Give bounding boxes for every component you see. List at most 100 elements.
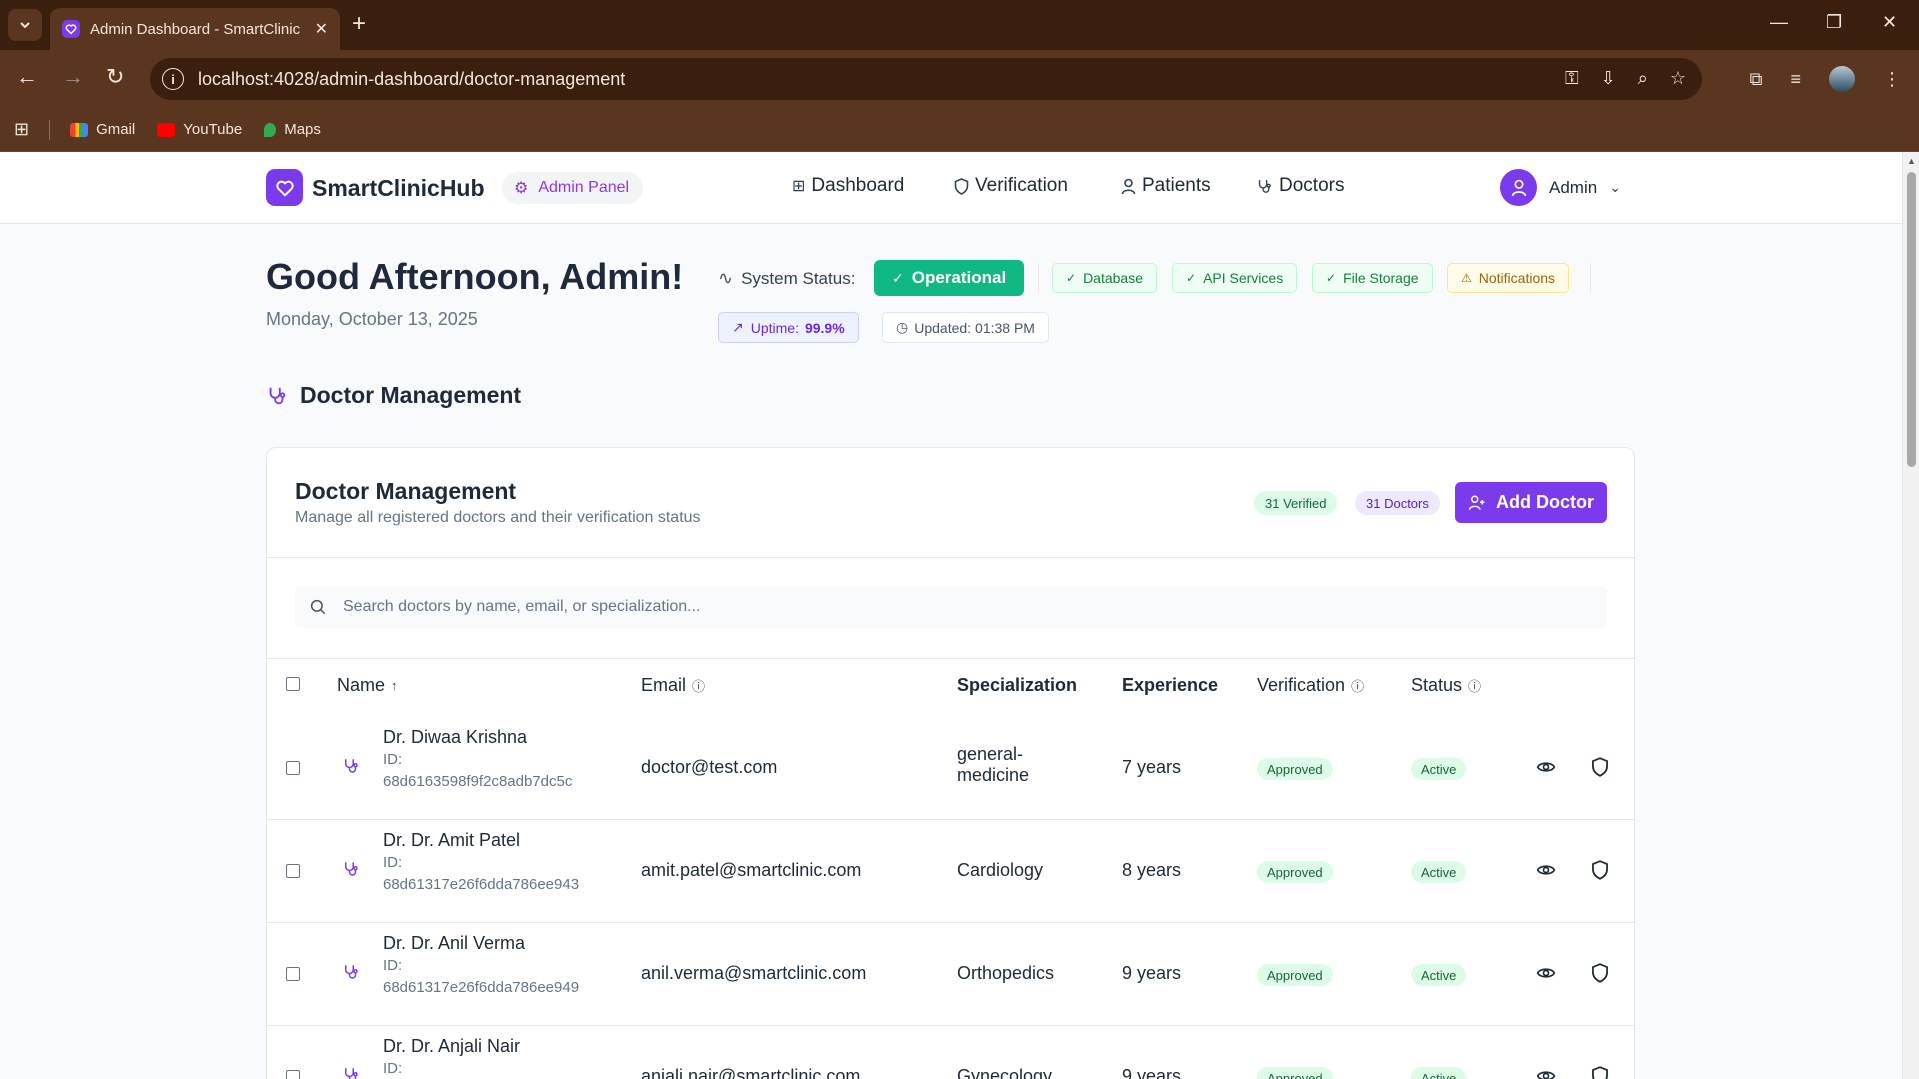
reload-icon[interactable]: ↻: [106, 66, 124, 88]
brand-name[interactable]: SmartClinicHub: [312, 175, 485, 202]
heart-logo-icon[interactable]: [266, 169, 303, 206]
profile-avatar[interactable]: [1829, 66, 1855, 92]
install-app-icon[interactable]: ⇩: [1601, 68, 1616, 89]
user-avatar: [1500, 169, 1537, 206]
extensions-icon[interactable]: ⧉: [1750, 69, 1763, 90]
row-checkbox[interactable]: [286, 967, 300, 981]
doctor-name: Dr. Diwaa Krishna: [383, 727, 528, 747]
doctor-specialization: Orthopedics: [957, 963, 1055, 983]
table-row[interactable]: Dr. Dr. Anil Verma ID: 68d61317e26f6dda78…: [267, 923, 1634, 1026]
browser-tab-active[interactable]: Admin Dashboard - SmartClinic ✕: [50, 8, 340, 50]
shield-icon[interactable]: [1591, 1066, 1609, 1079]
section-title: Doctor Management: [266, 382, 521, 409]
password-key-icon[interactable]: ⚿: [1565, 68, 1579, 89]
media-controls-icon[interactable]: ≡: [1790, 69, 1801, 90]
minimize-icon[interactable]: —: [1770, 12, 1788, 33]
doctor-search[interactable]: [295, 586, 1607, 628]
user-name: Admin: [1549, 177, 1598, 197]
shield-icon[interactable]: [1591, 757, 1609, 777]
check-circle-icon: ✓: [1326, 271, 1337, 285]
status-badge: Active: [1411, 1067, 1467, 1079]
stethoscope-icon: [345, 759, 358, 773]
sort-arrow-up-icon: ↑: [391, 678, 398, 693]
search-input[interactable]: [343, 598, 1543, 616]
zoom-icon[interactable]: ⌕: [1638, 68, 1648, 89]
status-badge: Active: [1411, 964, 1467, 986]
card-subtitle: Manage all registered doctors and their …: [295, 509, 701, 526]
window-close-icon[interactable]: ✕: [1882, 12, 1897, 33]
status-badge: Active: [1411, 758, 1467, 780]
app-header: SmartClinicHub ⚙ Admin Panel ⊞ Dashboard…: [0, 152, 1902, 224]
grid-icon: ⊞: [792, 178, 806, 195]
apps-grid-icon[interactable]: ⊞: [14, 119, 29, 140]
shield-icon[interactable]: [1591, 963, 1609, 983]
bookmarks-separator: [49, 119, 51, 140]
tab-close-icon[interactable]: ✕: [315, 19, 328, 39]
uptime-badge: ↗ Uptime: 99.9%: [718, 312, 859, 343]
new-tab-button[interactable]: +: [352, 12, 366, 36]
url-text[interactable]: localhost:4028/admin-dashboard/doctor-ma…: [198, 69, 625, 90]
doctor-id: ID: 68d61317e26f6dda786ee949: [383, 957, 580, 996]
column-header-name[interactable]: Name ↑: [337, 675, 398, 696]
forward-arrow-icon[interactable]: →: [62, 66, 84, 88]
table-row[interactable]: Dr. Dr. Amit Patel ID: 68d61317e26f6dda78…: [267, 820, 1634, 923]
bookmark-gmail[interactable]: Gmail: [70, 121, 135, 138]
bookmark-star-icon[interactable]: ☆: [1670, 68, 1686, 89]
help-circle-icon[interactable]: ⓘ: [1351, 676, 1364, 695]
verification-badge: Approved: [1257, 1067, 1333, 1079]
bookmark-youtube[interactable]: YouTube: [157, 121, 242, 138]
help-circle-icon[interactable]: ⓘ: [692, 676, 705, 695]
doctor-name: Dr. Dr. Anil Verma: [383, 933, 526, 953]
trending-up-icon: ↗: [732, 319, 744, 335]
service-api: ✓ API Services: [1172, 263, 1298, 293]
address-bar[interactable]: i localhost:4028/admin-dashboard/doctor-…: [150, 58, 1702, 100]
verification-badge: Approved: [1257, 861, 1333, 883]
greeting-title: Good Afternoon, Admin!: [266, 256, 684, 297]
stethoscope-icon: [1258, 179, 1271, 193]
shield-icon: [954, 177, 969, 195]
verification-badge: Approved: [1257, 758, 1333, 780]
bookmark-maps[interactable]: Maps: [264, 121, 321, 138]
column-header-specialization[interactable]: Specialization: [957, 675, 1077, 696]
chrome-menu-icon[interactable]: ⋮: [1883, 69, 1901, 90]
nav-verification[interactable]: Verification: [954, 175, 1068, 197]
column-header-experience[interactable]: Experience: [1122, 675, 1218, 696]
column-header-verification[interactable]: Verification ⓘ: [1257, 675, 1364, 696]
table-row[interactable]: Dr. Dr. Anjali Nair ID: anjali.nair@smar…: [267, 1026, 1634, 1079]
nav-doctors[interactable]: Doctors: [1256, 175, 1344, 197]
stethoscope-icon: [269, 387, 286, 404]
scrollbar-thumb[interactable]: [1907, 172, 1916, 467]
eye-icon[interactable]: [1536, 860, 1556, 880]
check-circle-icon: ✓: [892, 269, 904, 286]
nav-patients[interactable]: Patients: [1121, 175, 1211, 197]
back-arrow-icon[interactable]: ←: [16, 66, 38, 88]
nav-dashboard[interactable]: ⊞ Dashboard: [792, 175, 904, 197]
column-header-status[interactable]: Status ⓘ: [1411, 675, 1481, 696]
eye-icon[interactable]: [1536, 963, 1556, 983]
stethoscope-icon: [345, 1068, 358, 1079]
gear-icon: ⚙: [514, 180, 529, 197]
user-icon: [1511, 179, 1526, 196]
row-checkbox[interactable]: [286, 1070, 300, 1079]
browser-tab-strip: Admin Dashboard - SmartClinic ✕ + — ❐ ✕: [0, 0, 1919, 50]
select-all-checkbox[interactable]: [286, 677, 300, 691]
add-doctor-button[interactable]: Add Doctor: [1455, 482, 1607, 523]
page-scrollbar[interactable]: ▲: [1902, 152, 1919, 1079]
column-header-email[interactable]: Email ⓘ: [641, 675, 705, 696]
current-date: Monday, October 13, 2025: [266, 309, 478, 329]
row-checkbox[interactable]: [286, 864, 300, 878]
restore-icon[interactable]: ❐: [1826, 12, 1842, 33]
shield-icon[interactable]: [1591, 860, 1609, 880]
help-circle-icon[interactable]: ⓘ: [1468, 676, 1481, 695]
eye-icon[interactable]: [1536, 1066, 1556, 1079]
table-row[interactable]: Dr. Diwaa Krishna ID: 68d6163598f9f2c8adb…: [267, 717, 1634, 820]
row-checkbox[interactable]: [286, 761, 300, 775]
status-divider: [1038, 263, 1039, 293]
service-notifications: ⚠ Notifications: [1447, 263, 1570, 293]
user-plus-icon: [1468, 495, 1485, 510]
user-menu[interactable]: Admin ⌄: [1500, 169, 1621, 206]
scroll-up-icon[interactable]: ▲: [1907, 156, 1916, 166]
tab-search-button[interactable]: [8, 9, 42, 41]
eye-icon[interactable]: [1536, 757, 1556, 777]
site-info-icon[interactable]: i: [162, 68, 184, 90]
